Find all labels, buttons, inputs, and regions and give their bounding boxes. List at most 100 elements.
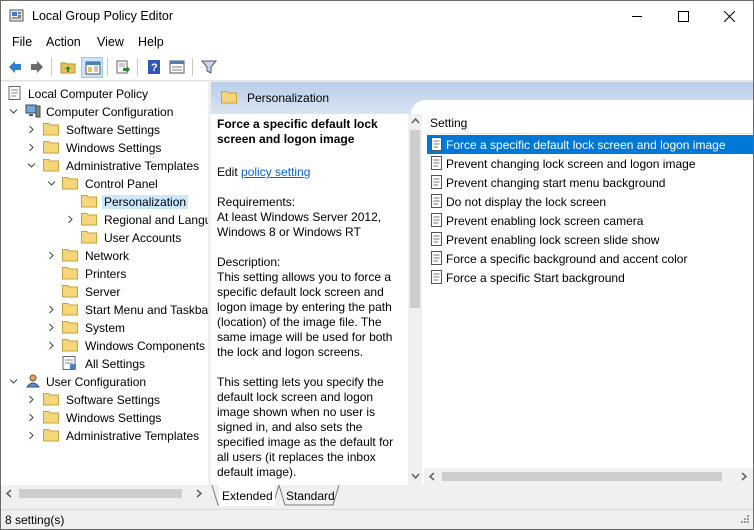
tree-node-user-accounts[interactable]: User Accounts [5, 229, 205, 247]
tree-node-computer-configuration[interactable]: Computer Configuration [5, 103, 205, 121]
policy-setting-icon [431, 194, 442, 208]
toolbar-separator [192, 58, 193, 76]
chevron-right-icon[interactable] [27, 431, 36, 440]
tree-node-label: Administrative Templates [66, 429, 200, 443]
tree-node-printers[interactable]: Printers [5, 265, 205, 283]
policy-setting-icon [431, 137, 442, 151]
folder-icon [62, 267, 78, 280]
edit-policy-line: Edit policy setting [217, 165, 310, 179]
tree-node-cc-software-settings[interactable]: Software Settings [5, 121, 205, 139]
list-item[interactable]: Force a specific Start background [427, 268, 753, 287]
scroll-left-icon[interactable] [428, 472, 436, 481]
scrollbar-thumb[interactable] [19, 489, 182, 498]
title-bar: Local Group Policy Editor [1, 1, 753, 32]
chevron-right-icon[interactable] [27, 395, 36, 404]
chevron-right-icon[interactable] [27, 413, 36, 422]
list-item[interactable]: Do not display the lock screen [427, 192, 753, 211]
minimize-button[interactable] [615, 1, 661, 32]
requirements-line: At least Windows Server 2012, [217, 210, 382, 224]
maximize-button[interactable] [661, 1, 707, 32]
description-line: specific default lock screen and [217, 285, 384, 299]
tree-node-uc-administrative-templates[interactable]: Administrative Templates [5, 427, 205, 445]
tree-node-label: Software Settings [66, 123, 161, 137]
list-item-label: Prevent changing lock screen and logon i… [446, 157, 696, 171]
chevron-right-icon[interactable] [47, 251, 56, 260]
help-button[interactable]: ? [143, 57, 165, 78]
chevron-right-icon[interactable] [27, 143, 36, 152]
tree-node-system[interactable]: System [5, 319, 205, 337]
tree-node-label: Windows Components [85, 339, 206, 353]
scroll-right-icon[interactable] [740, 472, 748, 481]
scroll-down-icon[interactable] [411, 472, 420, 480]
tree-node-start-menu-and-taskbar[interactable]: Start Menu and Taskba [5, 301, 208, 319]
tree-node-network[interactable]: Network [5, 247, 205, 265]
close-button[interactable] [707, 1, 753, 32]
scroll-right-icon[interactable] [195, 489, 203, 498]
chevron-right-icon[interactable] [27, 125, 36, 134]
scrollbar-thumb[interactable] [410, 130, 420, 308]
chevron-right-icon[interactable] [66, 215, 75, 224]
list-item[interactable]: Prevent changing start menu background [427, 173, 753, 192]
tree-node-label: Printers [85, 267, 127, 281]
export-list-button[interactable] [112, 57, 134, 78]
chevron-right-icon[interactable] [47, 305, 56, 314]
forward-button[interactable] [26, 57, 48, 78]
list-item[interactable]: Prevent changing lock screen and logon i… [427, 154, 753, 173]
list-horizontal-scrollbar[interactable] [424, 468, 753, 485]
description-vertical-scrollbar[interactable] [408, 114, 422, 485]
menu-view[interactable]: View [97, 35, 124, 49]
list-item[interactable]: Force a specific default lock screen and… [427, 135, 753, 154]
folder-open-icon [81, 195, 97, 208]
chevron-down-icon[interactable] [9, 107, 18, 116]
tree-node-label: User Accounts [104, 231, 182, 245]
list-item-label: Force a specific background and accent c… [446, 252, 688, 266]
tree-node-all-settings[interactable]: All Settings [5, 355, 205, 373]
chevron-down-icon[interactable] [27, 161, 36, 170]
list-item[interactable]: Prevent enabling lock screen camera [427, 211, 753, 230]
scroll-left-icon[interactable] [5, 489, 13, 498]
chevron-right-icon[interactable] [47, 341, 56, 350]
tree-node-local-computer-policy[interactable]: Local Computer Policy [5, 85, 205, 103]
chevron-down-icon[interactable] [47, 179, 56, 188]
tree-node-control-panel[interactable]: Control Panel [5, 175, 205, 193]
menu-action[interactable]: Action [46, 35, 81, 49]
properties-button[interactable] [166, 57, 188, 78]
list-item[interactable]: Force a specific background and accent c… [427, 249, 753, 268]
up-folder-button[interactable] [57, 57, 79, 78]
folder-icon [43, 411, 59, 424]
tree-node-uc-software-settings[interactable]: Software Settings [5, 391, 205, 409]
tree-node-regional-and-language[interactable]: Regional and Langu [5, 211, 208, 229]
description-line: This setting lets you specify the [217, 375, 384, 389]
resize-grip-icon[interactable] [738, 514, 750, 526]
list-item[interactable]: Prevent enabling lock screen slide show [427, 230, 753, 249]
view-tabs: Extended Standard [211, 485, 753, 509]
tree-node-windows-components[interactable]: Windows Components [5, 337, 205, 355]
show-hide-tree-button[interactable] [81, 57, 103, 78]
requirements-line: Windows 8 or Windows RT [217, 225, 361, 239]
column-header-setting[interactable]: Setting [430, 116, 467, 130]
menu-help[interactable]: Help [138, 35, 164, 49]
tree-node-cc-administrative-templates[interactable]: Administrative Templates [5, 157, 205, 175]
tree-node-cc-windows-settings[interactable]: Windows Settings [5, 139, 205, 157]
description-line: signed in, and also sets the [217, 420, 363, 434]
tree-node-personalization[interactable]: Personalization [5, 193, 205, 211]
tree-node-server[interactable]: Server [5, 283, 205, 301]
menu-file[interactable]: File [12, 35, 32, 49]
chevron-right-icon[interactable] [47, 323, 56, 332]
tab-standard[interactable]: Standard [286, 485, 335, 506]
tree-node-label: Administrative Templates [66, 159, 200, 173]
help-icon: ? [148, 60, 160, 74]
tree-horizontal-scrollbar[interactable] [1, 485, 208, 502]
folder-icon [62, 249, 78, 262]
tree-node-user-configuration[interactable]: User Configuration [5, 373, 205, 391]
scrollbar-thumb[interactable] [442, 472, 722, 481]
scroll-up-icon[interactable] [411, 117, 420, 125]
back-button[interactable] [4, 57, 26, 78]
computer-icon [25, 104, 41, 118]
filter-button[interactable] [198, 57, 220, 78]
tree-node-uc-windows-settings[interactable]: Windows Settings [5, 409, 205, 427]
details-title: Personalization [247, 91, 330, 105]
policy-setting-link[interactable]: policy setting [241, 165, 310, 179]
tab-extended[interactable]: Extended [219, 485, 275, 506]
chevron-down-icon[interactable] [9, 377, 18, 386]
